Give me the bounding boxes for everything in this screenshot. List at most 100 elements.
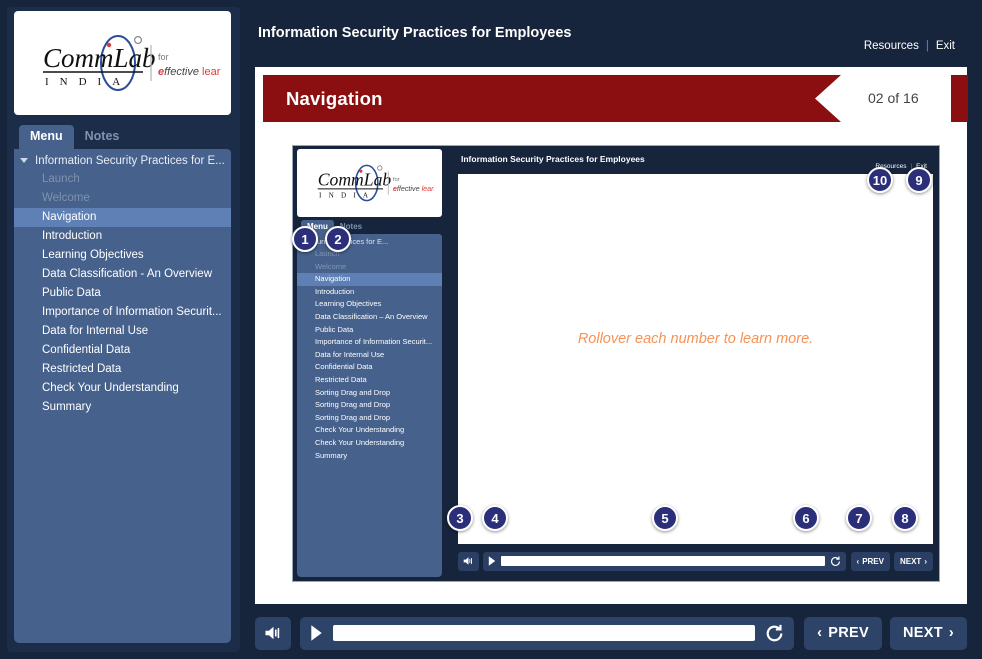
callout-badge-9[interactable]: 9 — [906, 167, 932, 193]
volume-icon — [265, 626, 279, 640]
preview-menu-item: Welcome — [315, 261, 347, 271]
preview-menu-item: Check Your Understanding — [315, 425, 405, 435]
svg-text:effective learning: effective learning — [158, 66, 221, 78]
svg-text:for: for — [392, 177, 399, 183]
tab-notes-label: Notes — [84, 129, 120, 143]
course-player-window: CommLab INDIA for effective learning Men… — [0, 0, 982, 659]
sidebar: CommLab INDIA for effective learning Men… — [7, 7, 240, 652]
svg-text:INDIA: INDIA — [45, 76, 131, 88]
callout-badge-4[interactable]: 4 — [482, 505, 508, 531]
next-arrow-icon: › — [948, 625, 954, 641]
menu-item[interactable]: Public Data — [14, 284, 231, 303]
callout-badge-1[interactable]: 1 — [292, 226, 318, 252]
svg-text:CommLab: CommLab — [317, 170, 391, 190]
slide-title-ribbon: Navigation — [263, 75, 841, 122]
play-button[interactable] — [310, 625, 323, 641]
menu-root-node[interactable]: Information Security Practices for E... — [14, 151, 231, 170]
preview-volume-button — [458, 551, 479, 571]
resources-link[interactable]: Resources — [864, 40, 919, 52]
preview-menu-item: Sorting Drag and Drop — [315, 412, 391, 422]
tab-menu[interactable]: Menu — [19, 125, 74, 149]
menu-item[interactable]: Restricted Data — [14, 360, 231, 379]
preview-logo-svg: CommLab INDIA for effective learning — [317, 164, 434, 202]
tab-notes[interactable]: Notes — [74, 125, 131, 149]
exit-link[interactable]: Exit — [936, 40, 955, 52]
menu-item[interactable]: Launch — [14, 170, 231, 189]
preview-stage: Rollover each number to learn more. — [458, 174, 933, 544]
callout-badge-6[interactable]: 6 — [793, 505, 819, 531]
volume-button[interactable] — [255, 616, 291, 650]
menu-root-label: Information Security Practices for E... — [35, 154, 225, 167]
menu-item[interactable]: Data Classification - An Overview — [14, 265, 231, 284]
preview-menu-item: Data Classification – An Overview — [315, 311, 428, 321]
svg-text:CommLab: CommLab — [43, 43, 156, 73]
brand-logo-card: CommLab INDIA for effective learning — [14, 11, 231, 115]
preview-prev-arrow: ‹ — [856, 556, 860, 566]
replay-button[interactable] — [765, 624, 784, 643]
preview-menu-item: Introduction — [315, 286, 355, 296]
ribbon-end-cap — [951, 75, 968, 122]
preview-next-button: NEXT › — [893, 551, 933, 571]
preview-menu-item: Importance of Information Securit... — [315, 337, 433, 347]
page-counter: 02 of 16 — [868, 90, 919, 106]
menu-item[interactable]: Introduction — [14, 227, 231, 246]
prev-button[interactable]: ‹ PREV — [804, 616, 882, 650]
svg-text:for: for — [158, 52, 169, 62]
preview-seek-bar — [501, 556, 825, 566]
menu-item[interactable]: Check Your Understanding — [14, 379, 231, 398]
preview-menu-item: Restricted Data — [315, 374, 367, 384]
callout-badge-8[interactable]: 8 — [892, 505, 918, 531]
player-bar: ‹ PREV NEXT › — [255, 612, 967, 654]
preview-menu-item: Sorting Drag and Drop — [315, 387, 391, 397]
seek-bar[interactable] — [333, 625, 756, 641]
commlab-logo: CommLab INDIA for effective learning — [25, 33, 221, 93]
volume-icon — [463, 557, 472, 565]
transport-controls — [300, 616, 795, 650]
preview-transport — [483, 551, 846, 571]
preview-menu-item: Sorting Drag and Drop — [315, 400, 391, 410]
slide-title: Navigation — [286, 88, 383, 109]
menu-item[interactable]: Welcome — [14, 189, 231, 208]
menu-item[interactable]: Importance of Information Securit... — [14, 303, 231, 322]
page-title: Information Security Practices for Emplo… — [258, 25, 572, 41]
svg-text:effective learning: effective learning — [392, 185, 433, 193]
prev-arrow-icon: ‹ — [817, 625, 823, 641]
menu-item[interactable]: Data for Internal Use — [14, 322, 231, 341]
logo-svg: CommLab INDIA for effective learning — [42, 35, 221, 91]
preview-player-bar: ‹ PREV NEXT › — [458, 549, 933, 573]
sidebar-tabs: Menu Notes — [19, 125, 130, 149]
link-separator: | — [925, 40, 929, 52]
tab-menu-label: Menu — [30, 129, 63, 143]
preview-menu-root: ...curity Practices for E... — [307, 237, 389, 246]
preview-menu-item: Check Your Understanding — [315, 437, 405, 447]
preview-menu-panel: ...curity Practices for E... Launch Welco… — [297, 234, 442, 577]
preview-menu-item: Navigation — [297, 273, 442, 286]
replay-icon — [830, 555, 840, 566]
callout-badge-5[interactable]: 5 — [652, 505, 678, 531]
menu-item[interactable]: Summary — [14, 398, 231, 417]
preview-menu-item: Data for Internal Use — [315, 349, 385, 359]
preview-menu-item: Launch — [315, 249, 340, 258]
callout-badge-7[interactable]: 7 — [846, 505, 872, 531]
preview-prev-button: ‹ PREV — [850, 551, 890, 571]
main-area: Information Security Practices for Emplo… — [247, 7, 975, 652]
callout-badge-2[interactable]: 2 — [325, 226, 351, 252]
preview-menu-list: Launch Welcome Navigation Introduction Learn… — [297, 248, 442, 462]
header-links: Resources | Exit — [864, 40, 955, 52]
preview-menu-item: Summary — [315, 450, 348, 460]
next-button[interactable]: NEXT › — [889, 616, 967, 650]
player-preview-image: CommLab INDIA for effective learning Men… — [292, 145, 940, 582]
menu-item[interactable]: Confidential Data — [14, 341, 231, 360]
menu-item[interactable]: Learning Objectives — [14, 246, 231, 265]
preview-course-title: Information Security Practices for Emplo… — [461, 154, 645, 164]
callout-badge-10[interactable]: 10 — [867, 167, 893, 193]
prev-label: PREV — [828, 625, 869, 641]
preview-menu-item: Learning Objectives — [315, 299, 382, 309]
preview-prev-label: PREV — [862, 556, 884, 566]
preview-next-arrow: › — [924, 556, 927, 566]
play-icon — [488, 556, 496, 566]
menu-panel[interactable]: Information Security Practices for E... … — [14, 149, 231, 643]
rollover-instruction: Rollover each number to learn more. — [577, 331, 814, 347]
callout-badge-3[interactable]: 3 — [447, 505, 473, 531]
menu-item[interactable]: Navigation — [14, 208, 231, 227]
